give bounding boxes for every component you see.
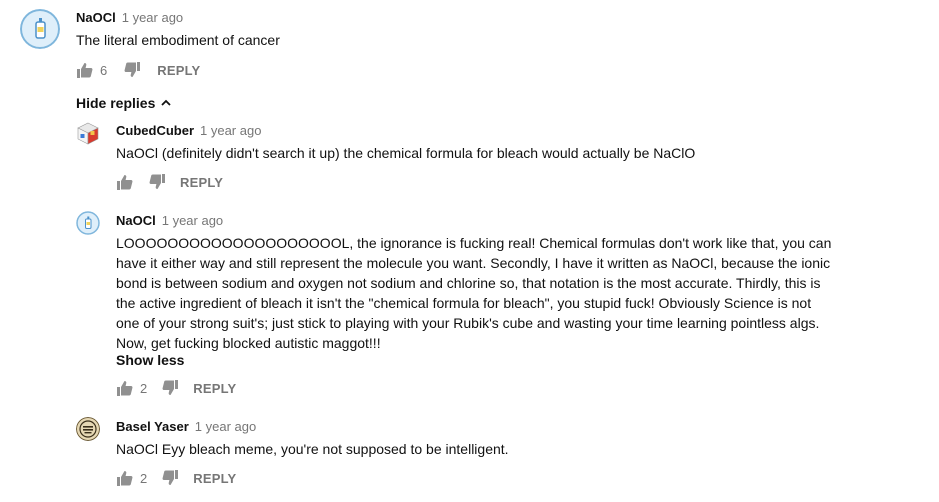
reply-header: CubedCuber 1 year ago xyxy=(116,122,261,140)
reply-header: Basel Yaser 1 year ago xyxy=(116,418,256,436)
thumbs-down-icon[interactable] xyxy=(161,469,179,487)
circular-logo-icon xyxy=(76,417,100,441)
reply-author[interactable]: NaOCl xyxy=(116,213,156,228)
thumbs-down-icon[interactable] xyxy=(161,379,179,397)
comment-author[interactable]: NaOCl xyxy=(76,10,116,25)
reply-text-line: have it either way and still represent t… xyxy=(116,255,831,271)
reply-actions: 2 REPLY xyxy=(116,468,236,488)
reply-time[interactable]: 1 year ago xyxy=(195,419,256,434)
hide-replies-label: Hide replies xyxy=(76,95,156,111)
show-less-link[interactable]: Show less xyxy=(116,352,184,368)
reply-text-line: the active ingredient of bleach it isn't… xyxy=(116,295,812,311)
reply-actions: REPLY xyxy=(116,172,223,192)
reply-author[interactable]: Basel Yaser xyxy=(116,419,189,434)
comment-header: NaOCl 1 year ago xyxy=(76,9,183,27)
reply-button[interactable]: REPLY xyxy=(157,63,200,78)
hide-replies-button[interactable]: Hide replies xyxy=(76,95,172,111)
reply-text: NaOCl (definitely didn't search it up) t… xyxy=(116,145,696,161)
comment-actions: 6 REPLY xyxy=(76,60,200,80)
like-count: 2 xyxy=(140,380,148,396)
reply-text-line: LOOOOOOOOOOOOOOOOOOOOL, the ignorance is… xyxy=(116,235,832,251)
reply-button[interactable]: REPLY xyxy=(193,381,236,396)
thumbs-up-icon[interactable] xyxy=(116,173,134,191)
reply-text-line: bond is between sodium and oxygen not so… xyxy=(116,275,821,291)
like-count: 6 xyxy=(100,62,108,78)
like-count: 2 xyxy=(140,470,148,486)
thumbs-up-icon[interactable] xyxy=(116,469,134,487)
reply-avatar[interactable] xyxy=(76,417,100,441)
bleach-bottle-icon xyxy=(76,211,100,235)
comment-text: The literal embodiment of cancer xyxy=(76,32,280,48)
thumbs-down-icon[interactable] xyxy=(148,173,166,191)
reply-text: LOOOOOOOOOOOOOOOOOOOOL, the ignorance is… xyxy=(116,233,831,353)
reply-text-line: one of your strong suit's; just stick to… xyxy=(116,315,820,331)
comment-avatar[interactable] xyxy=(20,9,60,49)
comment-time[interactable]: 1 year ago xyxy=(122,10,183,25)
reply-button[interactable]: REPLY xyxy=(193,471,236,486)
reply-author[interactable]: CubedCuber xyxy=(116,123,194,138)
reply-text: NaOCl Eyy bleach meme, you're not suppos… xyxy=(116,441,509,457)
rubiks-cube-icon xyxy=(77,122,99,145)
reply-actions: 2 REPLY xyxy=(116,378,236,398)
reply-time[interactable]: 1 year ago xyxy=(200,123,261,138)
thumbs-down-icon[interactable] xyxy=(123,61,141,79)
thumbs-up-icon[interactable] xyxy=(116,379,134,397)
reply-avatar[interactable] xyxy=(76,121,100,145)
chevron-up-icon xyxy=(161,99,172,106)
reply-time[interactable]: 1 year ago xyxy=(162,213,223,228)
reply-avatar[interactable] xyxy=(76,211,100,235)
reply-text-line: Now, get fucking blocked autistic maggot… xyxy=(116,335,381,351)
reply-button[interactable]: REPLY xyxy=(180,175,223,190)
reply-header: NaOCl 1 year ago xyxy=(116,212,223,230)
thumbs-up-icon[interactable] xyxy=(76,61,94,79)
bleach-bottle-icon xyxy=(20,9,60,49)
